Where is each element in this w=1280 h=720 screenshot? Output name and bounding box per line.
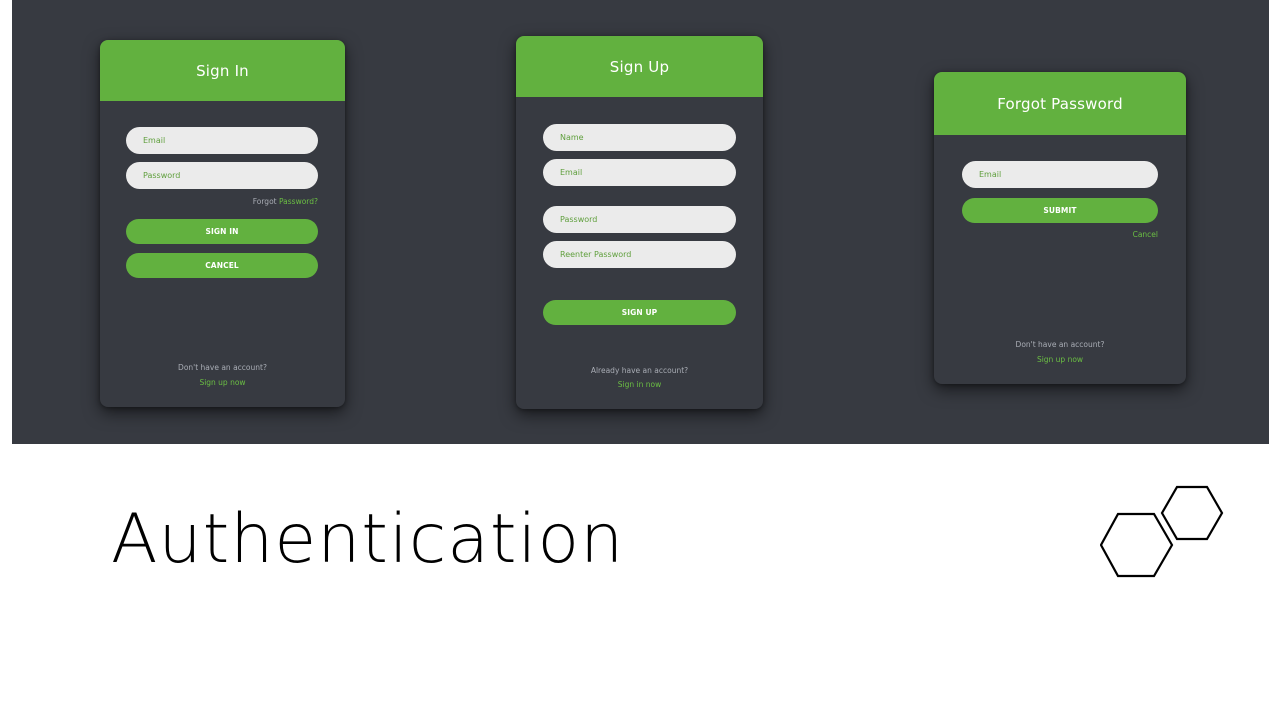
signup-email-field[interactable]: Email xyxy=(543,159,736,186)
signin-email-field[interactable]: Email xyxy=(126,127,318,154)
signin-password-field[interactable]: Password xyxy=(126,162,318,189)
signin-card: Sign In Email Password Forgot Password? … xyxy=(100,40,345,407)
forgot-password-card: Forgot Password Email SUBMIT Cancel Don'… xyxy=(934,72,1186,384)
signin-cancel-button[interactable]: CANCEL xyxy=(126,253,318,278)
signup-card: Sign Up Name Email Password Reenter Pass… xyxy=(516,36,763,409)
signup-reenter-password-field[interactable]: Reenter Password xyxy=(543,241,736,268)
signup-password-field[interactable]: Password xyxy=(543,206,736,233)
forgot-email-field[interactable]: Email xyxy=(962,161,1158,188)
signup-button[interactable]: SIGN UP xyxy=(543,300,736,325)
forgot-cancel-link[interactable]: Cancel xyxy=(1104,230,1158,239)
forgot-password-row: Forgot Password? xyxy=(220,197,318,206)
forgot-signup-now-link[interactable]: Sign up now xyxy=(934,355,1186,364)
signin-button[interactable]: SIGN IN xyxy=(126,219,318,244)
hexagon-large-icon xyxy=(1100,512,1174,578)
signup-now-link[interactable]: Sign up now xyxy=(100,378,345,387)
submit-button[interactable]: SUBMIT xyxy=(962,198,1158,223)
forgot-footer-text: Don't have an account? xyxy=(1015,340,1105,349)
signup-name-field[interactable]: Name xyxy=(543,124,736,151)
slide-title: Authentication xyxy=(111,500,625,579)
signin-header: Sign In xyxy=(100,40,345,101)
hexagon-icon xyxy=(1100,485,1224,578)
signup-footer-text: Already have an account? xyxy=(590,366,689,375)
signin-now-link[interactable]: Sign in now xyxy=(516,380,763,389)
forgot-password-header: Forgot Password xyxy=(934,72,1186,135)
signup-header: Sign Up xyxy=(516,36,763,97)
hexagon-small-icon xyxy=(1160,485,1224,541)
forgot-prefix: Forgot xyxy=(252,197,279,206)
forgot-password-link[interactable]: Password? xyxy=(279,197,318,206)
signin-footer-text: Don't have an account? xyxy=(178,363,267,372)
